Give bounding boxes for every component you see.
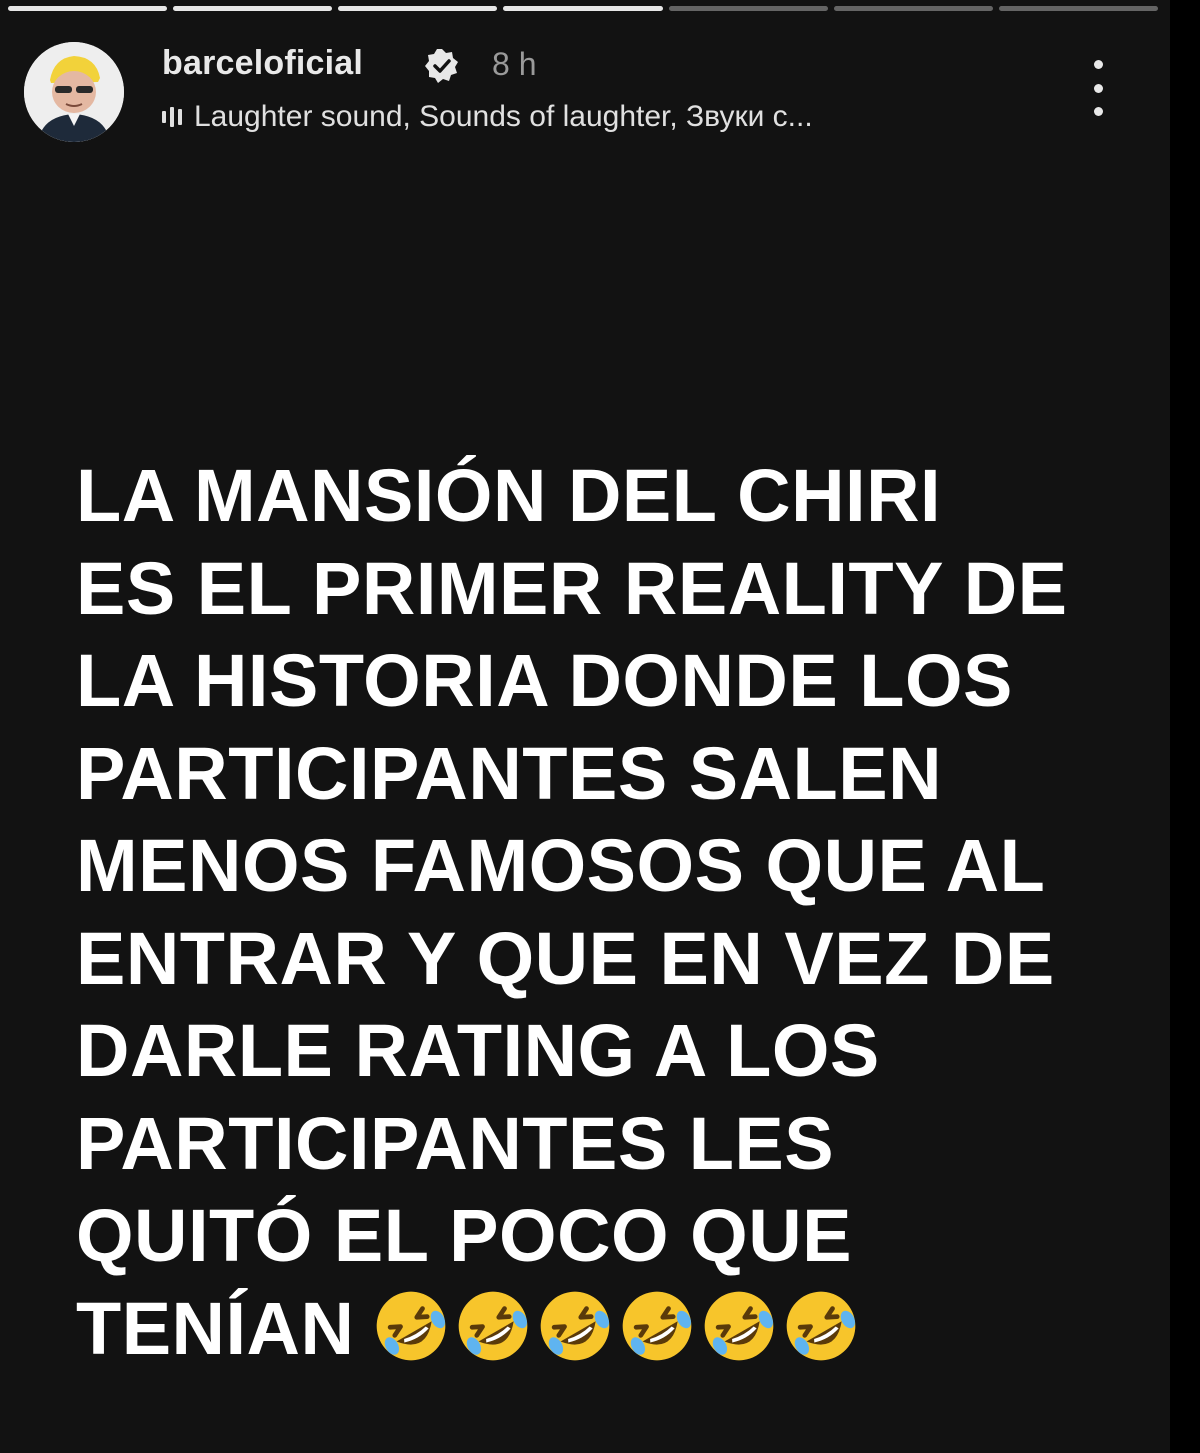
- story-text-line: LA HISTORIA DONDE LOS: [76, 639, 1013, 722]
- story-text-line: QUITÓ EL POCO QUE: [76, 1194, 852, 1277]
- verified-badge-icon: [425, 49, 458, 83]
- username[interactable]: barceloficial: [162, 44, 363, 83]
- story-text-line: MENOS FAMOSOS QUE AL: [76, 824, 1046, 907]
- rolling-laughing-emoji-icon: [623, 1291, 692, 1361]
- story-text-line: PARTICIPANTES LES: [76, 1101, 835, 1185]
- audio-bars-icon: [162, 106, 182, 128]
- progress-segment: [338, 6, 498, 11]
- rolling-laughing-emoji-icon: [377, 1291, 446, 1361]
- avatar-image: [24, 42, 124, 142]
- progress-segment: [998, 6, 1158, 11]
- screen-edge: [1170, 0, 1200, 1453]
- more-options-icon[interactable]: [1088, 60, 1108, 116]
- music-title: Laughter sound, Sounds of laughter, Звук…: [194, 100, 813, 133]
- story-text-line-last: TENÍAN: [76, 1283, 1116, 1376]
- emoji-row: [372, 1287, 860, 1365]
- story-text-line: ENTRAR Y QUE EN VEZ DE: [76, 916, 1055, 1000]
- story-viewer[interactable]: barceloficial 8 h Laughter sound, Sounds…: [0, 0, 1170, 1453]
- progress-segment: [503, 6, 663, 11]
- progress-segment: [173, 6, 333, 11]
- story-text-line: LA MANSIÓN DEL CHIRI: [76, 454, 942, 537]
- story-text-line: ES EL PRIMER REALITY DE: [76, 546, 1068, 630]
- story-text-line: PARTICIPANTES SALEN: [76, 731, 943, 815]
- avatar[interactable]: [24, 42, 124, 142]
- rolling-laughing-emoji-icon: [541, 1291, 610, 1361]
- story-text-line: TENÍAN: [76, 1286, 355, 1370]
- music-attribution[interactable]: Laughter sound, Sounds of laughter, Звук…: [162, 100, 813, 134]
- rolling-laughing-emoji-icon: [705, 1291, 774, 1361]
- story-header: barceloficial 8 h Laughter sound, Sounds…: [24, 38, 1154, 142]
- story-text: LA MANSIÓN DEL CHIRI ES EL PRIMER REALIT…: [76, 450, 1116, 1375]
- progress-segment: [668, 6, 828, 11]
- rolling-laughing-emoji-icon: [459, 1291, 528, 1361]
- story-progress-bar: [8, 6, 1158, 11]
- progress-segment: [8, 6, 168, 11]
- post-time: 8 h: [492, 46, 537, 82]
- story-text-line: DARLE RATING A LOS: [76, 1009, 880, 1092]
- rolling-laughing-emoji-icon: [787, 1291, 856, 1361]
- progress-segment: [833, 6, 993, 11]
